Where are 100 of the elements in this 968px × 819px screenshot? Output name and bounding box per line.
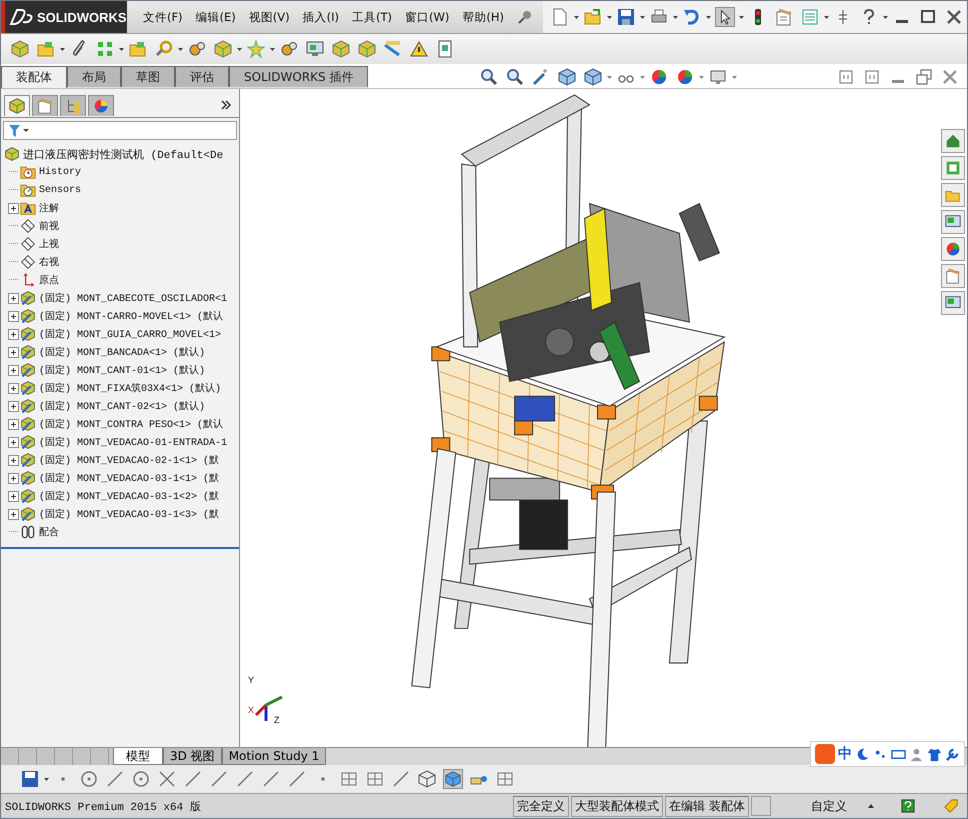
configuration-icon[interactable]	[60, 94, 86, 116]
tree-item[interactable]: (固定) MONT_CABECOTE_OSCILADOR<1	[39, 291, 228, 305]
view-tab[interactable]: 3D 视图	[163, 748, 222, 765]
expand-toggle[interactable]	[8, 202, 18, 214]
menu-item[interactable]: 插入(I)	[302, 10, 340, 24]
command-tab[interactable]: SOLIDWORKS 插件	[229, 66, 368, 87]
home-icon[interactable]	[941, 129, 965, 153]
tree-item[interactable]: (固定) MONT_CANT-01<1> (默认)	[39, 363, 206, 377]
trim-icon[interactable]	[157, 769, 177, 789]
expand-toggle[interactable]	[8, 346, 18, 358]
tree-item[interactable]: 上视	[39, 237, 59, 251]
tag-icon[interactable]	[943, 798, 959, 814]
tree-item[interactable]: History	[39, 166, 82, 178]
component-icon	[20, 308, 36, 324]
history-folder-icon	[20, 164, 36, 180]
units-selector[interactable]: 自定义	[810, 798, 847, 814]
checklist-icon[interactable]	[800, 7, 820, 27]
tree-item[interactable]: 原点	[39, 273, 59, 287]
cube-icon[interactable]	[331, 39, 351, 59]
folder-icon[interactable]	[941, 183, 965, 207]
command-tab[interactable]: 评估	[175, 66, 229, 87]
expand-chevron-icon[interactable]	[220, 99, 232, 111]
line-icon[interactable]	[105, 769, 125, 789]
monitor-icon[interactable]	[305, 39, 325, 59]
tree-item[interactable]: 注解	[39, 201, 59, 215]
save-icon[interactable]	[20, 769, 40, 789]
view-palette-icon[interactable]	[941, 210, 965, 234]
tree-item[interactable]: (固定) MONT_VEDACAO-03-1<1> (默	[39, 471, 220, 485]
tree-item[interactable]: (固定) MONT_BANCADA<1> (默认)	[39, 345, 206, 359]
property-manager-icon[interactable]	[32, 94, 58, 116]
filter-field[interactable]	[3, 121, 237, 140]
cube-icon[interactable]	[557, 67, 578, 87]
wireframe-cube-icon[interactable]	[417, 769, 437, 789]
component-icon	[20, 344, 36, 360]
tree-item[interactable]: 前视	[39, 219, 59, 233]
shaded-cube-icon[interactable]	[443, 769, 463, 789]
tree-item[interactable]: (固定) MONT_VEDACAO-03-1<3> (默	[39, 507, 220, 521]
menu-item[interactable]: 工具(T)	[352, 10, 392, 24]
expand-toggle[interactable]	[8, 400, 18, 412]
menu-item[interactable]: 窗口(W)	[405, 10, 450, 24]
cube-icon[interactable]	[357, 39, 377, 59]
expand-toggle[interactable]	[8, 364, 18, 376]
filter-icon[interactable]	[8, 124, 30, 138]
expand-toggle[interactable]	[8, 436, 18, 448]
tree-item[interactable]: (固定) MONT_CONTRA PESO<1> (默认	[39, 417, 224, 431]
moon-icon[interactable]	[855, 746, 870, 762]
pin-icon[interactable]	[517, 9, 533, 25]
appearance-icon[interactable]	[88, 94, 114, 116]
tree-item[interactable]: (固定) MONT_VEDACAO-01-ENTRADA-1	[39, 435, 228, 449]
expand-toggle[interactable]	[8, 382, 18, 394]
command-tab[interactable]: 布局	[67, 66, 121, 87]
cube-icon[interactable]	[213, 39, 233, 59]
expand-toggle[interactable]	[8, 310, 18, 322]
menu-item[interactable]: 编辑(E)	[196, 10, 236, 24]
save-icon[interactable]	[616, 7, 636, 27]
component-icon	[20, 506, 36, 522]
properties-icon[interactable]	[941, 264, 965, 288]
shirt-icon[interactable]	[927, 746, 942, 762]
menu-item[interactable]: 文件(F)	[142, 10, 183, 24]
tree-item[interactable]: 配合	[39, 525, 59, 539]
app-logo: SOLIDWORKS	[1, 1, 127, 33]
menu-item[interactable]: 帮助(H)	[462, 10, 504, 24]
expand-toggle[interactable]	[8, 454, 18, 466]
command-tab[interactable]: 草图	[121, 66, 175, 87]
tree-item[interactable]: (固定) MONT-CARRO-MOVEL<1> (默认	[39, 309, 224, 323]
cube-icon[interactable]	[583, 67, 604, 87]
clipboard-icon[interactable]	[774, 7, 794, 27]
menu-item[interactable]: 视图(V)	[248, 10, 290, 24]
expand-toggle[interactable]	[8, 328, 18, 340]
circle-icon[interactable]	[79, 769, 99, 789]
warning-icon[interactable]	[409, 39, 429, 59]
pointer-icon[interactable]	[715, 7, 735, 27]
restore-icon[interactable]	[914, 67, 934, 87]
caret-icon[interactable]	[866, 802, 875, 810]
tree-item[interactable]: 右视	[39, 255, 59, 269]
feature-manager-icon[interactable]	[4, 94, 30, 116]
expand-toggle[interactable]	[8, 490, 18, 502]
command-tab[interactable]: 装配体	[1, 66, 67, 88]
ime-mode-button[interactable]: 中	[838, 745, 852, 763]
zoom-icon[interactable]	[505, 67, 526, 87]
tree-item[interactable]: 进口液压阀密封性测试机 (Default<De	[23, 146, 224, 162]
view-tab[interactable]: Motion Study 1	[222, 748, 326, 765]
appearance-icon[interactable]	[941, 237, 965, 261]
quick-tips-icon[interactable]	[900, 799, 915, 813]
tree-item[interactable]: Sensors	[39, 184, 82, 196]
tree-item[interactable]: (固定) MONT_FIXA筑03X4<1> (默认)	[39, 381, 222, 395]
expand-toggle[interactable]	[8, 418, 18, 430]
cube-icon[interactable]	[10, 39, 30, 59]
tree-item[interactable]: (固定) MONT_VEDACAO-03-1<2> (默	[39, 489, 220, 503]
expand-toggle[interactable]	[8, 508, 18, 520]
tree-item[interactable]: (固定) MONT_VEDACAO-02-1<1> (默	[39, 453, 220, 467]
view-tab[interactable]: 模型	[113, 748, 163, 765]
star-icon[interactable]	[246, 39, 266, 59]
expand-toggle[interactable]	[8, 292, 18, 304]
user-icon[interactable]	[909, 746, 924, 762]
expand-toggle[interactable]	[8, 472, 18, 484]
sensor-folder-icon	[20, 182, 36, 198]
zoom-icon[interactable]	[479, 67, 500, 87]
tree-item[interactable]: (固定) MONT_CANT-02<1> (默认)	[39, 399, 206, 413]
tree-item[interactable]: (固定) MONT_GUIA_CARRO_MOVEL<1>	[39, 327, 222, 341]
